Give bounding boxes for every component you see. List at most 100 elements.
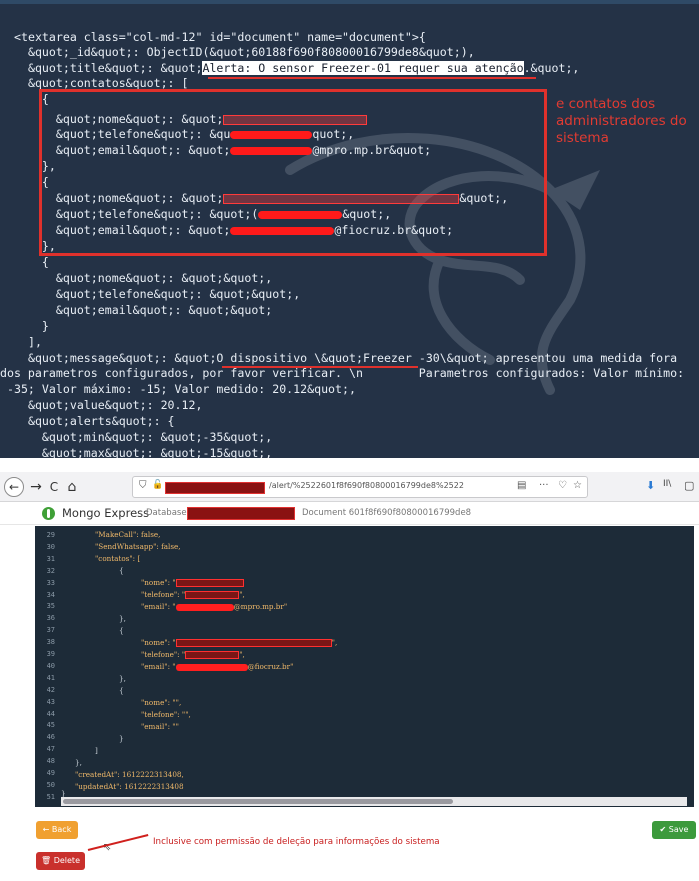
document-editor[interactable]: 29 30 31 32 33 34 35 36 37 38 39 40 41 42 43 44 45 46 47 48… [35, 526, 694, 807]
editor-line: ] [95, 746, 98, 755]
code-line: &quot;max&quot;: &quot;-15&quot;, [14, 446, 273, 458]
nome-key: "nome": " [141, 638, 176, 647]
code-line: } [14, 319, 49, 333]
line-number: 37 [46, 626, 55, 635]
shield-icon[interactable]: ⛉ [139, 480, 147, 491]
line-number: 34 [46, 590, 55, 599]
url-bar[interactable]: ⛉ 🔓 /alert/%2522601f8f690f80800016799de8… [132, 476, 588, 498]
database-breadcrumb[interactable]: Database [146, 508, 187, 518]
terminal-screenshot-panel: <textarea class="col-md-12" id="document… [0, 0, 699, 458]
editor-line: "nome": " ", [141, 638, 337, 647]
app-title[interactable]: Mongo Express [62, 506, 149, 520]
editor-line: { [119, 566, 124, 575]
line-number: 31 [46, 554, 55, 563]
editor-line: "nome": "", [141, 698, 181, 707]
editor-line: "contatos": [ [95, 554, 140, 563]
url-redaction [165, 482, 265, 494]
editor-line: "SendWhatsapp": false, [95, 542, 181, 551]
code-line-title: &quot;title&quot;: &quot;Alerta: O senso… [14, 61, 579, 76]
contatos-key: "contatos": [ [95, 554, 141, 563]
mongo-express-header: Mongo Express Database Document 601f8f69… [0, 502, 699, 525]
bookmark-star-icon[interactable]: ☆ [573, 480, 582, 491]
editor-line: "email": " @fiocruz.br" [141, 662, 293, 671]
telefone-key: "telefone": " [141, 650, 186, 659]
editor-line: "nome": " [141, 578, 244, 587]
mongo-leaf-icon[interactable] [42, 507, 55, 520]
nome-end: ", [331, 638, 338, 647]
telefone-empty: "telefone": "", [141, 710, 191, 719]
pocket-icon[interactable]: ♡ [558, 480, 567, 491]
line-number: 46 [46, 733, 55, 742]
code-line: &quot;alerts&quot;: { [14, 414, 175, 428]
redaction-box [185, 591, 240, 599]
reader-view-icon[interactable]: ▤ [517, 480, 526, 491]
browser-reload-button[interactable]: C [44, 477, 64, 497]
line-number: 45 [46, 721, 55, 730]
line-number: 35 [46, 602, 55, 611]
line-number: 50 [46, 780, 55, 789]
code-line: &quot;email&quot;: &quot;&quot; [14, 303, 273, 317]
redaction-box [185, 651, 240, 659]
title-end: .&quot;, [523, 61, 580, 75]
editor-line: "updatedAt": 1612222313408 [75, 782, 184, 791]
delete-annotation-line [87, 834, 149, 851]
email-key: "email": " [141, 602, 176, 611]
contacts-annotation-box [39, 89, 547, 256]
editor-line: } [119, 734, 124, 743]
email-empty: "email": "" [141, 722, 179, 731]
code-line: &quot;nome&quot;: &quot;&quot;, [14, 271, 273, 285]
back-button[interactable]: ← Back [36, 821, 78, 839]
telefone-end: ", [239, 650, 245, 659]
code-line: <textarea class="col-md-12" id="document… [14, 30, 426, 44]
code-line: { [14, 255, 49, 269]
browser-back-button[interactable]: ← [4, 477, 24, 497]
browser-home-button[interactable]: ⌂ [62, 477, 82, 497]
code-line-message: &quot;message&quot;: &quot;O dispositivo… [14, 351, 678, 365]
telefone-key: "telefone": " [141, 590, 186, 599]
redaction-box [175, 639, 332, 647]
document-breadcrumb: Document 601f8f690f80800016799de8 [302, 508, 472, 518]
line-number: 44 [46, 709, 55, 718]
line-number: 32 [46, 566, 55, 575]
insecure-lock-icon[interactable]: 🔓 [152, 480, 163, 490]
code-line: dos parametros configurados, por favor v… [0, 366, 685, 380]
line-number: 49 [46, 769, 55, 777]
makecall-entry: "MakeCall": false, [95, 530, 161, 539]
line-number: 30 [46, 542, 55, 551]
updatedat-entry: "updatedAt": 1612222313408 [75, 782, 184, 791]
code-line: &quot;_id&quot;: ObjectID(&quot;60188f69… [14, 45, 475, 59]
redaction-scribble [175, 603, 234, 611]
line-number: 39 [46, 650, 55, 658]
nome-empty: "nome": "", [141, 698, 182, 707]
delete-button[interactable]: 🗑 Delete [36, 852, 85, 870]
contacts-annotation-text: e contatos dos administradores do sistem… [556, 96, 687, 146]
editor-line: }, [119, 614, 126, 623]
code-line: &quot;min&quot;: &quot;-35&quot;, [14, 430, 273, 444]
email-domain: @mpro.mp.br" [233, 602, 288, 611]
browser-forward-button[interactable]: → [26, 477, 46, 497]
line-number: 41 [46, 673, 55, 682]
editor-line: "MakeCall": false, [95, 530, 160, 539]
editor-line: "createdAt": 1612222313408, [75, 770, 184, 779]
line-number: 47 [46, 745, 55, 754]
editor-line: "telefone": "", [141, 590, 245, 599]
more-actions-icon[interactable]: ··· [539, 480, 549, 491]
library-icon[interactable]: II\ [663, 479, 671, 489]
line-number: 51 [46, 792, 55, 801]
browser-toolbar: ← → C ⌂ ⛉ 🔓 /alert/%2522601f8f690f808000… [0, 472, 699, 502]
sidebar-icon[interactable]: ▢ [684, 479, 694, 492]
nome-key: "nome": " [141, 578, 176, 587]
email-domain: @fiocruz.br" [247, 662, 294, 671]
line-number: 38 [46, 638, 55, 647]
createdat-entry: "createdAt": 1612222313408, [75, 770, 184, 779]
code-line: &quot;value&quot;: 20.12, [14, 398, 203, 412]
save-button[interactable]: ✔ Save [652, 821, 696, 839]
title-key: &quot;title&quot;: &quot; [14, 61, 203, 75]
line-number: 36 [46, 614, 55, 623]
scrollbar-thumb[interactable] [63, 799, 453, 804]
sendwhatsapp-entry: "SendWhatsapp": false, [95, 542, 181, 551]
editor-line: }, [119, 674, 126, 683]
code-line: ], [14, 335, 42, 349]
download-icon[interactable]: ⬇ [646, 479, 655, 492]
editor-line: "telefone": "", [141, 710, 191, 719]
